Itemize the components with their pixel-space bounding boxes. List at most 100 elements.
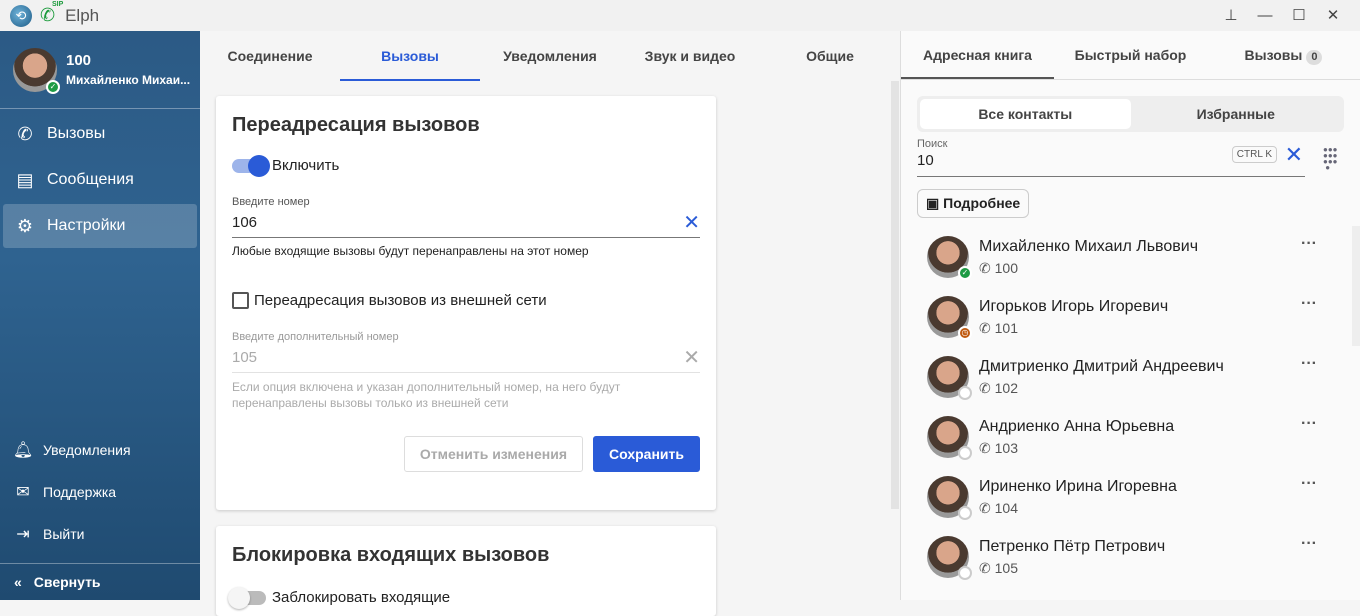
- list-item[interactable]: ◷ Игорьков Игорь Игоревич ✆ 101 ···: [901, 287, 1341, 347]
- sidebar-item-support[interactable]: ✉ Поддержка: [0, 471, 200, 513]
- avatar: [927, 416, 972, 460]
- sidebar-item-label: Уведомления: [43, 442, 131, 458]
- sidebar-item-label: Настройки: [47, 217, 126, 234]
- tab-calls[interactable]: Вызовы 0: [1207, 31, 1360, 79]
- user-number: 100: [66, 52, 92, 69]
- sidebar-item-calls[interactable]: ✆ Вызовы: [3, 112, 197, 156]
- avatar: [927, 536, 972, 580]
- favorites-button[interactable]: Избранные: [1131, 99, 1342, 129]
- contacts-filter: Все контакты Избранные: [917, 96, 1344, 132]
- app-logo-icon: ⟲: [10, 4, 32, 27]
- pin-icon[interactable]: ⊥: [1214, 0, 1248, 31]
- toggle-switch[interactable]: [228, 586, 266, 609]
- checkbox[interactable]: [232, 292, 249, 309]
- maximize-button[interactable]: ☐: [1282, 0, 1316, 31]
- away-status-icon: ◷: [958, 326, 972, 340]
- avatar: ✓: [13, 47, 60, 94]
- sidebar-item-logout[interactable]: ⇥ Выйти: [0, 513, 200, 555]
- offline-status-icon: [958, 506, 972, 520]
- contact-list: ✓ Михайленко Михаил Львович ✆ 100 ··· ◷ Игор…: [901, 227, 1341, 587]
- contact-card-icon: ▣: [926, 195, 944, 211]
- details-button[interactable]: ▣ Подробнее: [917, 189, 1030, 218]
- contacts-panel: Адресная книга Быстрый набор Вызовы 0 Все…: [900, 31, 1360, 600]
- scrollbar[interactable]: [891, 81, 899, 509]
- offline-status-icon: [958, 386, 972, 400]
- contact-phone: 103: [994, 439, 1018, 456]
- online-status-icon: ✓: [46, 79, 60, 94]
- phone-icon: ✆: [979, 319, 995, 336]
- more-icon[interactable]: ···: [1301, 535, 1317, 553]
- tab-general[interactable]: Общие: [760, 31, 900, 81]
- clear-search-icon[interactable]: ✕: [1285, 142, 1303, 168]
- avatar: [927, 476, 972, 520]
- more-icon[interactable]: ···: [1301, 415, 1317, 433]
- tab-address-book[interactable]: Адресная книга: [901, 31, 1054, 79]
- phone-icon: ✆: [979, 379, 995, 396]
- dialpad-icon[interactable]: ●●● ●●● ●●● ●: [1323, 146, 1341, 172]
- sidebar-item-settings[interactable]: ⚙ Настройки: [3, 204, 197, 248]
- tab-notifications[interactable]: Уведомления: [480, 31, 620, 81]
- list-item[interactable]: ✓ Михайленко Михаил Львович ✆ 100 ···: [901, 227, 1341, 287]
- sip-phone-icon: ✆ SIP: [40, 1, 64, 25]
- more-icon[interactable]: ···: [1301, 355, 1317, 373]
- list-item[interactable]: Андриенко Анна Юрьевна ✆ 103 ···: [901, 407, 1341, 467]
- search-input[interactable]: Поиск 10 CTRL K ✕: [917, 138, 1305, 177]
- list-item[interactable]: Дмитриенко Дмитрий Андреевич ✆ 102 ···: [901, 347, 1341, 407]
- title-bar: ⟲ ✆ SIP Elph ⊥ — ☐ ✕: [0, 0, 1360, 31]
- extra-number-field[interactable]: 105 ✕: [232, 343, 700, 373]
- sip-label: SIP: [52, 1, 64, 8]
- calls-count-badge: 0: [1306, 50, 1323, 65]
- scrollbar[interactable]: [1352, 226, 1360, 346]
- tab-connection[interactable]: Соединение: [200, 31, 340, 81]
- cancel-changes-button[interactable]: Отменить изменения: [403, 436, 584, 472]
- gear-icon: ⚙: [16, 215, 34, 236]
- blocking-toggle[interactable]: Заблокировать входящие: [228, 586, 700, 609]
- toggle-switch[interactable]: [232, 154, 270, 177]
- tab-calls[interactable]: Вызовы: [340, 31, 480, 81]
- card-title: Блокировка входящих вызовов: [232, 544, 550, 566]
- sidebar-item-messages[interactable]: ▤ Сообщения: [3, 158, 197, 202]
- sidebar-item-notifications[interactable]: 🔔︎ Уведомления: [0, 429, 200, 471]
- forwarding-toggle[interactable]: Включить: [232, 154, 700, 177]
- toggle-label: Включить: [272, 157, 340, 174]
- contact-phone: 101: [994, 319, 1018, 336]
- contact-name: Михайленко Михаил Львович: [979, 237, 1199, 255]
- collapse-sidebar-button[interactable]: « Свернуть: [0, 563, 200, 600]
- contact-name: Игорьков Игорь Игоревич: [979, 297, 1169, 315]
- more-icon[interactable]: ···: [1301, 295, 1317, 313]
- user-profile[interactable]: ✓ 100 Михайленко Михаи...: [0, 31, 200, 109]
- extra-number-label: Введите дополнительный номер: [232, 331, 399, 343]
- phone-icon: ✆: [979, 499, 995, 516]
- list-item[interactable]: Петренко Пётр Петрович ✆ 105 ···: [901, 527, 1341, 587]
- phone-icon: ✆: [979, 259, 995, 276]
- all-contacts-button[interactable]: Все контакты: [920, 99, 1131, 129]
- minimize-button[interactable]: —: [1248, 0, 1282, 31]
- clear-icon[interactable]: ✕: [683, 210, 700, 235]
- contact-name: Ириненко Ирина Игоревна: [979, 477, 1177, 495]
- extra-number-hint: Если опция включена и указан дополнитель…: [232, 380, 621, 410]
- number-value[interactable]: 106: [232, 214, 257, 231]
- list-item[interactable]: Ириненко Ирина Игоревна ✆ 104 ···: [901, 467, 1341, 527]
- double-chevron-left-icon: «: [14, 574, 22, 590]
- contact-name: Андриенко Анна Юрьевна: [979, 417, 1175, 435]
- external-forwarding-checkbox[interactable]: Переадресация вызовов из внешней сети: [232, 292, 700, 309]
- sidebar: ✓ 100 Михайленко Михаи... ✆ Вызовы ▤ Сообще…: [0, 31, 200, 600]
- more-icon[interactable]: ···: [1301, 235, 1317, 253]
- clear-icon: ✕: [683, 347, 700, 369]
- close-button[interactable]: ✕: [1316, 0, 1350, 31]
- contact-phone: 105: [994, 559, 1018, 576]
- avatar: ✓: [927, 236, 972, 280]
- sidebar-item-label: Выйти: [43, 526, 85, 542]
- save-button[interactable]: Сохранить: [593, 436, 700, 472]
- offline-status-icon: [958, 446, 972, 460]
- number-field[interactable]: 106 ✕: [232, 208, 700, 238]
- tab-speed-dial[interactable]: Быстрый набор: [1054, 31, 1207, 79]
- call-blocking-card: Блокировка входящих вызовов Заблокироват…: [216, 526, 716, 616]
- tab-label: Вызовы: [1244, 47, 1303, 63]
- shortcut-hint: CTRL K: [1231, 146, 1277, 163]
- card-title: Переадресация вызовов: [232, 114, 480, 136]
- more-icon[interactable]: ···: [1301, 475, 1317, 493]
- collapse-label: Свернуть: [33, 574, 101, 590]
- tab-audio-video[interactable]: Звук и видео: [620, 31, 760, 81]
- app-title: Elph: [65, 5, 100, 25]
